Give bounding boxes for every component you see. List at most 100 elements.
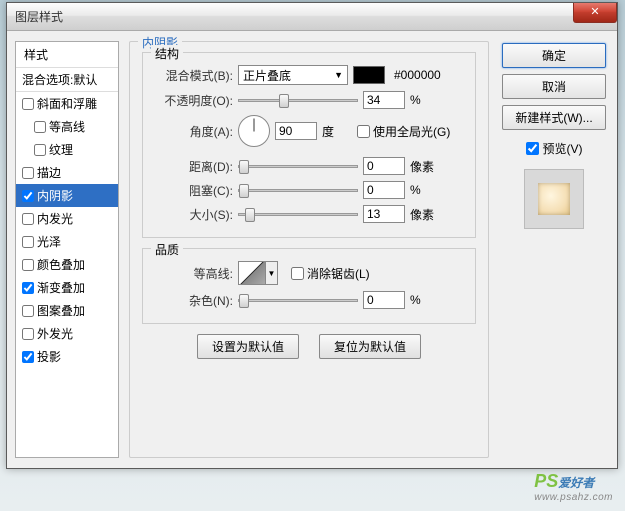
watermark-url: www.psahz.com — [534, 492, 613, 503]
right-panel: 确定 取消 新建样式(W)... 预览(V) — [499, 41, 609, 458]
choke-label: 阻塞(C): — [155, 182, 233, 199]
angle-dial[interactable] — [238, 115, 270, 147]
slider-thumb[interactable] — [239, 184, 249, 198]
sidebar-item-pattern-overlay[interactable]: 图案叠加 — [16, 299, 118, 322]
chevron-down-icon[interactable]: ▼ — [266, 261, 278, 285]
opacity-label: 不透明度(O): — [155, 92, 233, 109]
sidebar-item-color-overlay[interactable]: 颜色叠加 — [16, 253, 118, 276]
choke-unit: % — [410, 183, 440, 197]
drop-shadow-check[interactable] — [22, 351, 34, 363]
sidebar-item-satin[interactable]: 光泽 — [16, 230, 118, 253]
sidebar-item-bevel[interactable]: 斜面和浮雕 — [16, 92, 118, 115]
sidebar-item-gradient-overlay[interactable]: 渐变叠加 — [16, 276, 118, 299]
size-label: 大小(S): — [155, 206, 233, 223]
sidebar-item-contour[interactable]: 等高线 — [16, 115, 118, 138]
distance-label: 距离(D): — [155, 158, 233, 175]
bevel-check[interactable] — [22, 98, 34, 110]
blend-options-label: 混合选项:默认 — [22, 71, 97, 88]
slider-thumb[interactable] — [239, 294, 249, 308]
titlebar[interactable]: 图层样式 ✕ — [7, 3, 617, 31]
sidebar-item-stroke[interactable]: 描边 — [16, 161, 118, 184]
contour-label: 等高线: — [155, 265, 233, 282]
styles-header: 样式 — [16, 42, 118, 68]
color-overlay-check[interactable] — [22, 259, 34, 271]
stroke-check[interactable] — [22, 167, 34, 179]
outer-glow-check[interactable] — [22, 328, 34, 340]
quality-title: 品质 — [151, 241, 183, 258]
noise-unit: % — [410, 293, 440, 307]
preview-swatch — [538, 183, 570, 215]
watermark-cn: 爱好者 — [558, 476, 594, 490]
noise-slider[interactable] — [238, 299, 358, 302]
opacity-row: 不透明度(O): % — [155, 91, 463, 109]
blend-mode-row: 混合模式(B): 正片叠底 ▼ #000000 — [155, 65, 463, 85]
dialog-content: 样式 混合选项:默认 斜面和浮雕 等高线 纹理 描边 内阴影 内发光 光泽 颜色… — [7, 31, 617, 468]
choke-slider[interactable] — [238, 189, 358, 192]
distance-slider[interactable] — [238, 165, 358, 168]
inner-glow-check[interactable] — [22, 213, 34, 225]
sidebar-item-outer-glow[interactable]: 外发光 — [16, 322, 118, 345]
global-light-check[interactable]: 使用全局光(G) — [357, 123, 450, 140]
inner-shadow-fieldset: 内阴影 结构 混合模式(B): 正片叠底 ▼ #000000 不透明度(O): — [129, 41, 489, 458]
blend-options-item[interactable]: 混合选项:默认 — [16, 68, 118, 92]
structure-title: 结构 — [151, 45, 183, 62]
sidebar-item-drop-shadow[interactable]: 投影 — [16, 345, 118, 368]
choke-input[interactable] — [363, 181, 405, 199]
noise-row: 杂色(N): % — [155, 291, 463, 309]
inner-shadow-check[interactable] — [22, 190, 34, 202]
blend-mode-value: 正片叠底 — [243, 67, 291, 84]
gradient-overlay-check[interactable] — [22, 282, 34, 294]
noise-input[interactable] — [363, 291, 405, 309]
opacity-input[interactable] — [363, 91, 405, 109]
center-panel: 内阴影 结构 混合模式(B): 正片叠底 ▼ #000000 不透明度(O): — [119, 41, 499, 458]
contour-preview — [238, 261, 266, 285]
opacity-slider[interactable] — [238, 99, 358, 102]
distance-row: 距离(D): 像素 — [155, 157, 463, 175]
blend-mode-label: 混合模式(B): — [155, 67, 233, 84]
make-default-button[interactable]: 设置为默认值 — [197, 334, 299, 359]
watermark-ps: PS — [534, 471, 558, 491]
sidebar-item-inner-glow[interactable]: 内发光 — [16, 207, 118, 230]
blend-mode-select[interactable]: 正片叠底 ▼ — [238, 65, 348, 85]
sidebar-item-inner-shadow[interactable]: 内阴影 — [16, 184, 118, 207]
angle-row: 角度(A): 度 使用全局光(G) — [155, 115, 463, 147]
preview-box — [524, 169, 584, 229]
pattern-overlay-check[interactable] — [22, 305, 34, 317]
angle-label: 角度(A): — [155, 123, 233, 140]
quality-group: 品质 等高线: ▼ 消除锯齿(L) 杂色(N): % — [142, 248, 476, 324]
choke-row: 阻塞(C): % — [155, 181, 463, 199]
texture-check[interactable] — [34, 144, 46, 156]
chevron-down-icon: ▼ — [334, 70, 343, 80]
preview-checkbox[interactable]: 预览(V) — [526, 140, 583, 157]
size-row: 大小(S): 像素 — [155, 205, 463, 223]
default-buttons: 设置为默认值 复位为默认值 — [142, 334, 476, 359]
opacity-unit: % — [410, 93, 440, 107]
structure-group: 结构 混合模式(B): 正片叠底 ▼ #000000 不透明度(O): — [142, 52, 476, 238]
styles-list: 样式 混合选项:默认 斜面和浮雕 等高线 纹理 描边 内阴影 内发光 光泽 颜色… — [15, 41, 119, 458]
title-text: 图层样式 — [15, 8, 63, 25]
color-swatch[interactable] — [353, 66, 385, 84]
contour-check[interactable] — [34, 121, 46, 133]
slider-thumb[interactable] — [239, 160, 249, 174]
close-button[interactable]: ✕ — [573, 3, 617, 23]
hex-value: #000000 — [394, 68, 441, 82]
size-slider[interactable] — [238, 213, 358, 216]
angle-input[interactable] — [275, 122, 317, 140]
sidebar-item-texture[interactable]: 纹理 — [16, 138, 118, 161]
slider-thumb[interactable] — [279, 94, 289, 108]
antialias-check[interactable]: 消除锯齿(L) — [291, 265, 370, 282]
size-input[interactable] — [363, 205, 405, 223]
new-style-button[interactable]: 新建样式(W)... — [502, 105, 606, 130]
watermark: PS爱好者 www.psahz.com — [534, 471, 613, 503]
distance-input[interactable] — [363, 157, 405, 175]
cancel-button[interactable]: 取消 — [502, 74, 606, 99]
contour-row: 等高线: ▼ 消除锯齿(L) — [155, 261, 463, 285]
reset-default-button[interactable]: 复位为默认值 — [319, 334, 421, 359]
satin-check[interactable] — [22, 236, 34, 248]
angle-unit: 度 — [322, 123, 352, 140]
layer-style-dialog: 图层样式 ✕ 样式 混合选项:默认 斜面和浮雕 等高线 纹理 描边 内阴影 内发… — [6, 2, 618, 469]
contour-picker[interactable]: ▼ — [238, 261, 278, 285]
angle-indicator — [254, 119, 255, 132]
ok-button[interactable]: 确定 — [502, 43, 606, 68]
slider-thumb[interactable] — [245, 208, 255, 222]
